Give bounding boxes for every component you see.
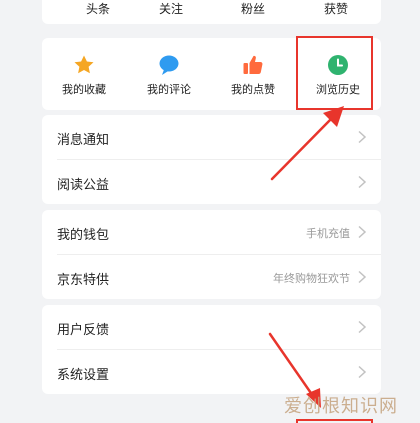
arrow-up-icon [270, 106, 344, 181]
annotation-overlay [268, 106, 373, 423]
watermark: 爱创根知识网 [284, 396, 398, 417]
